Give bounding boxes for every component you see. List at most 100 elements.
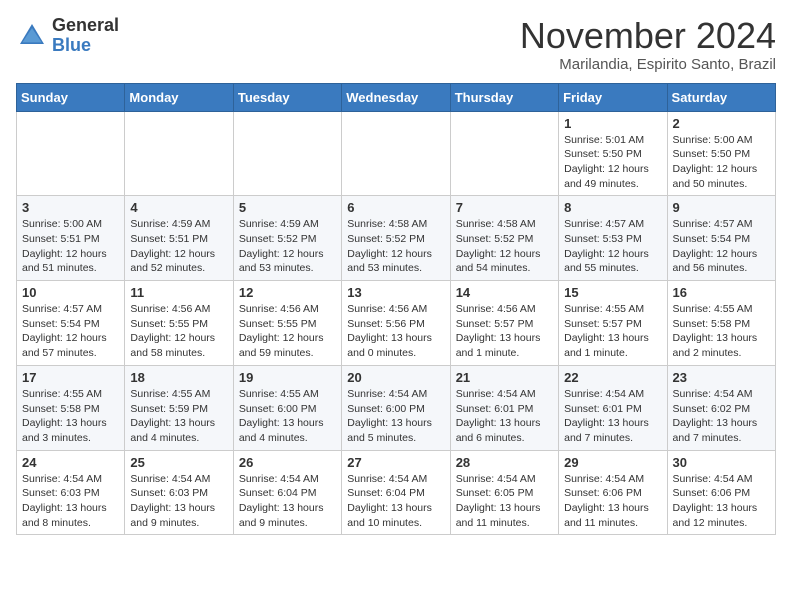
calendar-cell: 28Sunrise: 4:54 AM Sunset: 6:05 PM Dayli… <box>450 450 558 535</box>
day-number: 7 <box>456 200 553 215</box>
day-info: Sunrise: 4:54 AM Sunset: 6:01 PM Dayligh… <box>456 387 553 446</box>
weekday-header-friday: Friday <box>559 83 667 111</box>
day-info: Sunrise: 4:57 AM Sunset: 5:54 PM Dayligh… <box>673 217 770 276</box>
weekday-header-monday: Monday <box>125 83 233 111</box>
day-number: 21 <box>456 370 553 385</box>
day-info: Sunrise: 4:58 AM Sunset: 5:52 PM Dayligh… <box>347 217 444 276</box>
day-number: 1 <box>564 116 661 131</box>
day-info: Sunrise: 4:58 AM Sunset: 5:52 PM Dayligh… <box>456 217 553 276</box>
calendar-week-row: 17Sunrise: 4:55 AM Sunset: 5:58 PM Dayli… <box>17 365 776 450</box>
calendar-cell: 22 Sunrise: 4:54 AM Sunset: 6:01 PM Dayli… <box>559 365 667 450</box>
day-info: Sunrise: 4:54 AM Sunset: 6:06 PM Dayligh… <box>564 472 661 531</box>
calendar-cell <box>17 111 125 196</box>
day-info: Sunrise: 4:57 AM Sunset: 5:53 PM Dayligh… <box>564 217 661 276</box>
calendar-cell: 9 Sunrise: 4:57 AM Sunset: 5:54 PM Daylig… <box>667 196 775 281</box>
title-block: November 2024 Marilandia, Espirito Santo… <box>520 16 776 73</box>
weekday-header-sunday: Sunday <box>17 83 125 111</box>
day-number: 9 <box>673 200 770 215</box>
day-number: 15 <box>564 285 661 300</box>
day-info: Sunrise: 4:54 AM Sunset: 6:03 PM Dayligh… <box>130 472 227 531</box>
calendar-cell: 20Sunrise: 4:54 AM Sunset: 6:00 PM Dayli… <box>342 365 450 450</box>
location: Marilandia, Espirito Santo, Brazil <box>520 56 776 73</box>
day-info: Sunrise: 4:56 AM Sunset: 5:56 PM Dayligh… <box>347 302 444 361</box>
day-number: 16 <box>673 285 770 300</box>
day-number: 27 <box>347 455 444 470</box>
day-number: 2 <box>673 116 770 131</box>
day-number: 29 <box>564 455 661 470</box>
calendar-cell: 27Sunrise: 4:54 AM Sunset: 6:04 PM Dayli… <box>342 450 450 535</box>
weekday-header-tuesday: Tuesday <box>233 83 341 111</box>
page-header: General Blue November 2024 Marilandia, E… <box>16 16 776 73</box>
day-number: 12 <box>239 285 336 300</box>
weekday-header-row: SundayMondayTuesdayWednesdayThursdayFrid… <box>17 83 776 111</box>
day-info: Sunrise: 5:00 AM Sunset: 5:51 PM Dayligh… <box>22 217 119 276</box>
month-title: November 2024 <box>520 16 776 56</box>
calendar-cell: 4Sunrise: 4:59 AM Sunset: 5:51 PM Daylig… <box>125 196 233 281</box>
logo-blue: Blue <box>52 35 91 55</box>
day-info: Sunrise: 5:00 AM Sunset: 5:50 PM Dayligh… <box>673 133 770 192</box>
weekday-header-saturday: Saturday <box>667 83 775 111</box>
calendar-table: SundayMondayTuesdayWednesdayThursdayFrid… <box>16 83 776 536</box>
day-number: 5 <box>239 200 336 215</box>
calendar-cell: 29 Sunrise: 4:54 AM Sunset: 6:06 PM Dayli… <box>559 450 667 535</box>
calendar-cell: 8 Sunrise: 4:57 AM Sunset: 5:53 PM Daylig… <box>559 196 667 281</box>
calendar-cell: 12Sunrise: 4:56 AM Sunset: 5:55 PM Dayli… <box>233 281 341 366</box>
day-number: 23 <box>673 370 770 385</box>
day-info: Sunrise: 4:54 AM Sunset: 6:02 PM Dayligh… <box>673 387 770 446</box>
day-number: 8 <box>564 200 661 215</box>
day-info: Sunrise: 4:57 AM Sunset: 5:54 PM Dayligh… <box>22 302 119 361</box>
calendar-cell <box>233 111 341 196</box>
calendar-week-row: 1 Sunrise: 5:01 AM Sunset: 5:50 PM Daylig… <box>17 111 776 196</box>
day-info: Sunrise: 4:54 AM Sunset: 6:05 PM Dayligh… <box>456 472 553 531</box>
day-info: Sunrise: 5:01 AM Sunset: 5:50 PM Dayligh… <box>564 133 661 192</box>
logo-icon <box>16 20 48 52</box>
day-info: Sunrise: 4:55 AM Sunset: 5:58 PM Dayligh… <box>22 387 119 446</box>
day-info: Sunrise: 4:55 AM Sunset: 6:00 PM Dayligh… <box>239 387 336 446</box>
calendar-week-row: 3 Sunrise: 5:00 AM Sunset: 5:51 PM Daylig… <box>17 196 776 281</box>
day-info: Sunrise: 4:55 AM Sunset: 5:57 PM Dayligh… <box>564 302 661 361</box>
calendar-cell <box>450 111 558 196</box>
calendar-cell: 14 Sunrise: 4:56 AM Sunset: 5:57 PM Dayli… <box>450 281 558 366</box>
day-number: 3 <box>22 200 119 215</box>
day-info: Sunrise: 4:54 AM Sunset: 6:03 PM Dayligh… <box>22 472 119 531</box>
calendar-cell: 19Sunrise: 4:55 AM Sunset: 6:00 PM Dayli… <box>233 365 341 450</box>
day-info: Sunrise: 4:59 AM Sunset: 5:52 PM Dayligh… <box>239 217 336 276</box>
calendar-cell: 1 Sunrise: 5:01 AM Sunset: 5:50 PM Daylig… <box>559 111 667 196</box>
logo-text: General Blue <box>52 16 119 56</box>
day-info: Sunrise: 4:56 AM Sunset: 5:55 PM Dayligh… <box>130 302 227 361</box>
calendar-cell: 25 Sunrise: 4:54 AM Sunset: 6:03 PM Dayli… <box>125 450 233 535</box>
calendar-cell: 17Sunrise: 4:55 AM Sunset: 5:58 PM Dayli… <box>17 365 125 450</box>
day-number: 11 <box>130 285 227 300</box>
calendar-week-row: 24 Sunrise: 4:54 AM Sunset: 6:03 PM Dayli… <box>17 450 776 535</box>
day-info: Sunrise: 4:55 AM Sunset: 5:58 PM Dayligh… <box>673 302 770 361</box>
calendar-cell: 2 Sunrise: 5:00 AM Sunset: 5:50 PM Daylig… <box>667 111 775 196</box>
calendar-cell: 7 Sunrise: 4:58 AM Sunset: 5:52 PM Daylig… <box>450 196 558 281</box>
day-number: 30 <box>673 455 770 470</box>
calendar-cell: 11 Sunrise: 4:56 AM Sunset: 5:55 PM Dayli… <box>125 281 233 366</box>
calendar-cell: 26Sunrise: 4:54 AM Sunset: 6:04 PM Dayli… <box>233 450 341 535</box>
day-info: Sunrise: 4:54 AM Sunset: 6:01 PM Dayligh… <box>564 387 661 446</box>
calendar-cell: 18 Sunrise: 4:55 AM Sunset: 5:59 PM Dayli… <box>125 365 233 450</box>
day-info: Sunrise: 4:54 AM Sunset: 6:06 PM Dayligh… <box>673 472 770 531</box>
day-info: Sunrise: 4:54 AM Sunset: 6:04 PM Dayligh… <box>239 472 336 531</box>
calendar-cell: 5 Sunrise: 4:59 AM Sunset: 5:52 PM Daylig… <box>233 196 341 281</box>
weekday-header-thursday: Thursday <box>450 83 558 111</box>
calendar-cell <box>125 111 233 196</box>
day-info: Sunrise: 4:54 AM Sunset: 6:00 PM Dayligh… <box>347 387 444 446</box>
calendar-cell: 16 Sunrise: 4:55 AM Sunset: 5:58 PM Dayli… <box>667 281 775 366</box>
calendar-cell: 30 Sunrise: 4:54 AM Sunset: 6:06 PM Dayli… <box>667 450 775 535</box>
day-number: 24 <box>22 455 119 470</box>
day-number: 10 <box>22 285 119 300</box>
day-number: 25 <box>130 455 227 470</box>
calendar-cell: 15 Sunrise: 4:55 AM Sunset: 5:57 PM Dayli… <box>559 281 667 366</box>
day-number: 22 <box>564 370 661 385</box>
day-number: 18 <box>130 370 227 385</box>
day-info: Sunrise: 4:56 AM Sunset: 5:57 PM Dayligh… <box>456 302 553 361</box>
day-info: Sunrise: 4:59 AM Sunset: 5:51 PM Dayligh… <box>130 217 227 276</box>
calendar-cell: 24 Sunrise: 4:54 AM Sunset: 6:03 PM Dayli… <box>17 450 125 535</box>
logo: General Blue <box>16 16 119 56</box>
calendar-cell: 6Sunrise: 4:58 AM Sunset: 5:52 PM Daylig… <box>342 196 450 281</box>
day-number: 14 <box>456 285 553 300</box>
calendar-cell: 21 Sunrise: 4:54 AM Sunset: 6:01 PM Dayli… <box>450 365 558 450</box>
day-info: Sunrise: 4:55 AM Sunset: 5:59 PM Dayligh… <box>130 387 227 446</box>
